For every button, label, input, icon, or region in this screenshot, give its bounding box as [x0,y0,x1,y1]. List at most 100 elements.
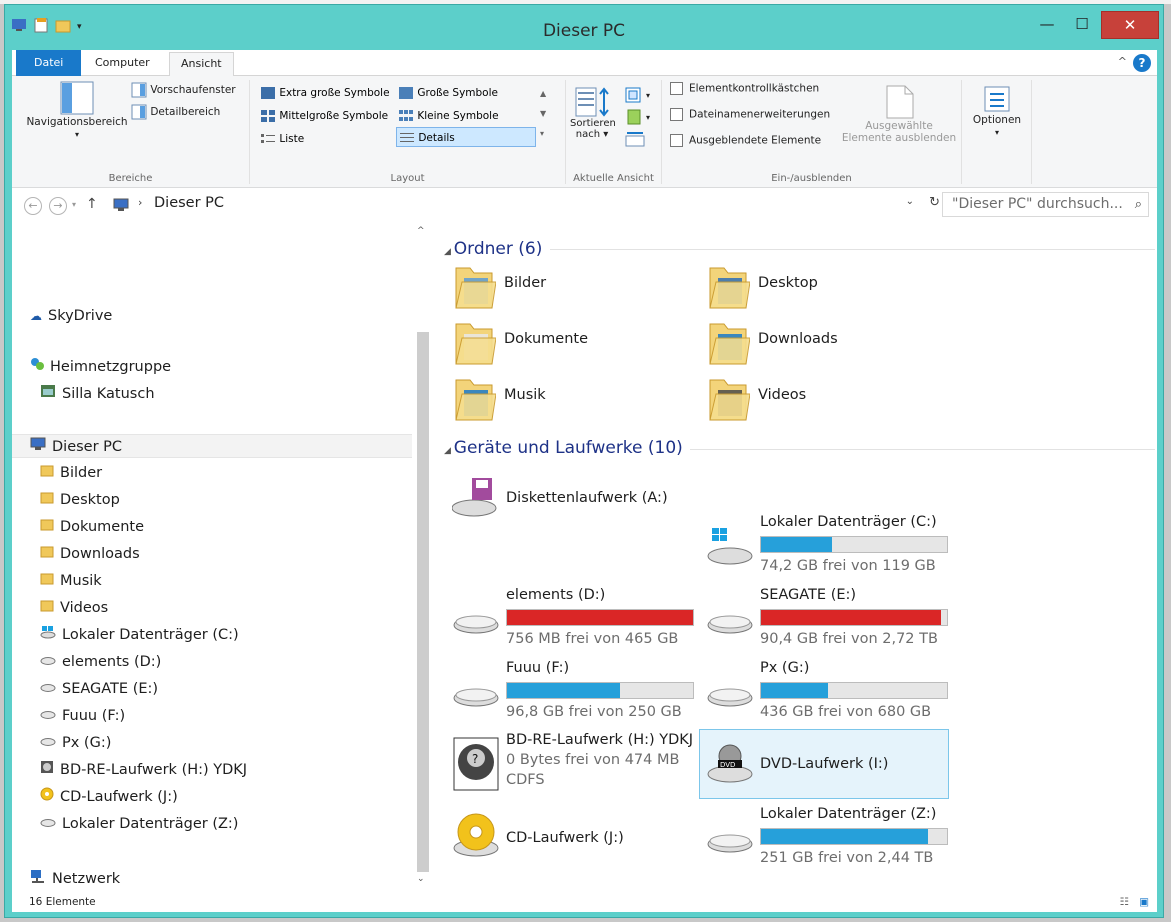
layout-scroll-arrows[interactable]: ▲ ▼ ▾ [540,84,546,144]
drive-z[interactable]: Lokaler Datenträger (Z:) 251 GB frei von… [706,806,956,866]
hard-drive-icon [40,677,56,701]
layout-extra-large[interactable]: Extra große Symbole [260,83,390,103]
details-pane-label: Detailbereich [150,106,221,118]
layout-list[interactable]: Liste [260,129,304,149]
nav-item[interactable]: Dokumente [12,515,412,539]
title-bar[interactable]: ▾ Dieser PC — ☐ ✕ [5,5,1163,49]
nav-item-thispc[interactable]: Dieser PC [12,434,412,458]
nav-item[interactable]: Fuuu (F:) [12,704,412,728]
nav-label: Lokaler Datenträger (C:) [62,627,239,643]
nav-item-homegroup-user[interactable]: Silla Katusch [12,382,412,406]
back-button[interactable]: ← [24,197,42,215]
item-checkboxes-toggle[interactable]: Elementkontrollkästchen [670,82,819,95]
drive-c[interactable]: Lokaler Datenträger (C:) 74,2 GB frei vo… [706,514,956,574]
nav-item[interactable]: BD-RE-Laufwerk (H:) YDKJ [12,758,412,782]
address-dropdown-icon[interactable]: ⌄ [906,196,914,207]
section-folders-header[interactable]: ◢ Ordner (6) [444,239,542,259]
options-button[interactable]: Optionen ▾ [968,84,1026,138]
nav-item[interactable]: elements (D:) [12,650,412,674]
dvd-drive-icon: DVD [707,744,753,783]
drive-f[interactable]: Fuuu (F:) 96,8 GB frei von 250 GB [452,660,702,720]
layout-details[interactable]: Details [396,127,536,147]
drive-floppy[interactable]: Diskettenlaufwerk (A:) [452,472,692,528]
breadcrumb-separator: › [138,196,143,209]
folder-item[interactable]: Dokumente [452,318,692,368]
documents-folder-icon [40,515,54,539]
checkbox-file-extensions[interactable] [670,108,683,121]
nav-item[interactable]: Videos [12,596,412,620]
layout-medium[interactable]: Mittelgroße Symbole [260,106,388,126]
collapse-ribbon-icon[interactable]: ^ [1118,55,1127,68]
hide-selected-button[interactable]: Ausgewählte Elemente ausblenden [840,84,958,144]
tab-computer[interactable]: Computer [84,52,161,76]
scroll-up-icon[interactable]: ^ [417,226,425,236]
drive-free-space: 90,4 GB frei von 2,72 TB [760,631,938,647]
nav-item[interactable]: Lokaler Datenträger (C:) [12,623,412,647]
folder-item[interactable]: Downloads [706,318,946,368]
tab-view[interactable]: Ansicht [169,52,234,77]
folder-item[interactable]: Videos [706,374,946,424]
folder-item[interactable]: Desktop [706,262,946,312]
address-box[interactable]: › Dieser PC ⌄ ↻ [107,192,940,217]
nav-item[interactable]: SEAGATE (E:) [12,677,412,701]
nav-item[interactable]: Lokaler Datenträger (Z:) [12,812,412,836]
layout-large[interactable]: Große Symbole [398,83,498,103]
up-button[interactable]: ↑ [86,196,98,212]
layout-small-label: Kleine Symbole [417,110,499,122]
sort-by-label: Sortieren nach [570,118,616,140]
help-icon[interactable]: ? [1133,54,1151,72]
folder-item[interactable]: Bilder [452,262,692,312]
folder-item[interactable]: Musik [452,374,692,424]
search-input[interactable]: "Dieser PC" durchsuch... ⌕ [942,192,1149,217]
details-pane-button[interactable]: Detailbereich [131,104,220,120]
group-by-button[interactable]: ▾ [624,86,650,104]
nav-item[interactable]: CD-Laufwerk (J:) [12,785,412,809]
drive-free-space: 436 GB frei von 680 GB [760,704,932,720]
breadcrumb[interactable]: Dieser PC [154,195,224,211]
nav-item-network[interactable]: Netzwerk [12,867,412,891]
nav-item[interactable]: Downloads [12,542,412,566]
file-extensions-toggle[interactable]: Dateinamenerweiterungen [670,108,830,121]
drive-d[interactable]: elements (D:) 756 MB frei von 465 GB [452,587,702,647]
recent-locations-icon[interactable]: ▾ [72,200,76,209]
scroll-down-icon[interactable]: ⌄ [417,874,425,884]
checkbox-item-checkboxes[interactable] [670,82,683,95]
sort-by-button[interactable]: Sortieren nach ▾ [570,86,616,140]
add-columns-button[interactable]: ▾ [624,108,650,126]
hidden-items-toggle[interactable]: Ausgeblendete Elemente [670,134,821,147]
nav-item-skydrive[interactable]: ☁ SkyDrive [12,304,412,328]
hard-drive-icon [453,688,499,707]
large-icons-view-icon[interactable]: ▣ [1139,892,1149,912]
drive-j[interactable]: CD-Laufwerk (J:) [452,812,702,862]
details-view-icon[interactable]: ☷ [1120,892,1129,912]
nav-item[interactable]: Px (G:) [12,731,412,755]
navigation-scrollbar[interactable]: ^ ⌄ [413,222,431,892]
tab-file[interactable]: Datei [16,50,82,76]
nav-item[interactable]: Bilder [12,461,412,485]
hard-drive-icon [707,834,753,853]
drive-g[interactable]: Px (G:) 436 GB frei von 680 GB [706,660,956,720]
checkbox-hidden-items[interactable] [670,134,683,147]
ribbon: Navigationsbereich ▾ Vorschaufenster Deta… [12,76,1157,188]
maximize-button[interactable]: ☐ [1067,11,1097,39]
section-drives-header[interactable]: ◢ Geräte und Laufwerke (10) [444,438,683,458]
forward-button[interactable]: → [49,197,67,215]
scroll-thumb[interactable] [417,332,429,872]
preview-pane-button[interactable]: Vorschaufenster [131,82,236,98]
nav-item-homegroup[interactable]: Heimnetzgruppe [12,355,412,379]
drive-e[interactable]: SEAGATE (E:) 90,4 GB frei von 2,72 TB [706,587,956,647]
desktop-folder-icon [40,488,54,512]
nav-item[interactable]: Musik [12,569,412,593]
nav-item[interactable]: Desktop [12,488,412,512]
drive-h[interactable]: ? BD-RE-Laufwerk (H:) YDKJ 0 Bytes frei … [452,732,702,794]
search-icon[interactable]: ⌕ [1135,193,1142,216]
close-button[interactable]: ✕ [1101,11,1159,39]
refresh-icon[interactable]: ↻ [929,195,940,210]
drive-i[interactable]: DVD DVD-Laufwerk (I:) [699,729,949,799]
layout-extra-large-label: Extra große Symbole [279,87,390,99]
minimize-button[interactable]: — [1032,11,1062,39]
size-columns-button[interactable] [624,130,646,148]
layout-small[interactable]: Kleine Symbole [398,106,499,126]
navigation-pane-button[interactable]: Navigationsbereich ▾ [22,80,132,140]
drive-free-space: 0 Bytes frei von 474 MB [506,752,680,768]
